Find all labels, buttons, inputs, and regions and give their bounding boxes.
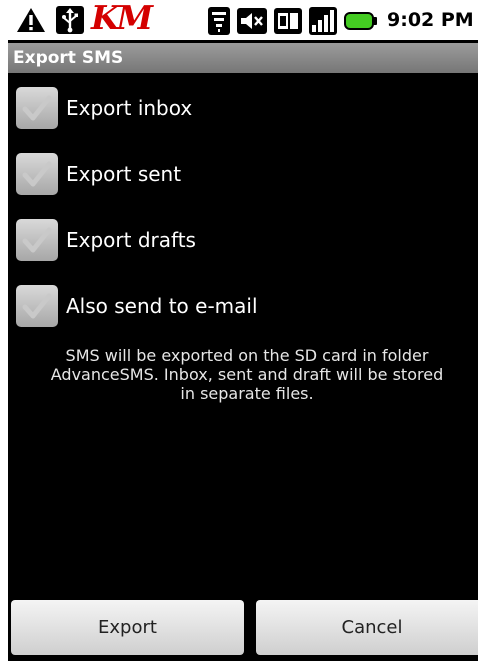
option-export-inbox[interactable]: Export inbox: [16, 83, 456, 133]
info-line: in separate files.: [180, 384, 314, 403]
title-bar: Export SMS: [8, 43, 478, 73]
clock: 9:02 PM: [387, 9, 474, 31]
battery-icon: [344, 12, 378, 34]
checkmark-icon: [22, 227, 52, 253]
sim-icon: [274, 8, 302, 38]
option-label: Export sent: [66, 162, 182, 186]
page-title: Export SMS: [13, 48, 124, 68]
option-export-drafts[interactable]: Export drafts: [16, 215, 456, 265]
status-bar: KM 9:02 PM: [8, 0, 478, 40]
option-label: Export inbox: [66, 96, 193, 120]
cancel-button[interactable]: Cancel: [256, 600, 478, 655]
km-icon: KM: [91, 0, 153, 37]
checkmark-icon: [22, 95, 52, 121]
option-send-email[interactable]: Also send to e-mail: [16, 281, 456, 331]
export-inbox-checkbox[interactable]: [16, 87, 58, 129]
checkmark-icon: [22, 161, 52, 187]
export-drafts-checkbox[interactable]: [16, 219, 58, 261]
warning-icon: [16, 7, 46, 37]
info-line: AdvanceSMS. Inbox, sent and draft will b…: [50, 365, 444, 384]
export-button[interactable]: Export: [11, 600, 244, 655]
checkmark-icon: [22, 293, 52, 319]
send-email-checkbox[interactable]: [16, 285, 58, 327]
export-info-text: SMS will be exported on the SD card in f…: [12, 346, 478, 403]
wifi-icon: [208, 7, 230, 39]
export-sent-checkbox[interactable]: [16, 153, 58, 195]
mute-icon: [237, 8, 267, 38]
export-sms-screen: KM 9:02 PM Export SMS Export inbox Expor…: [8, 0, 478, 661]
info-line: SMS will be exported on the SD card in f…: [65, 346, 429, 365]
signal-icon: [309, 7, 337, 39]
option-export-sent[interactable]: Export sent: [16, 149, 456, 199]
option-label: Export drafts: [66, 228, 196, 252]
option-label: Also send to e-mail: [66, 294, 258, 318]
usb-icon: [56, 6, 84, 38]
